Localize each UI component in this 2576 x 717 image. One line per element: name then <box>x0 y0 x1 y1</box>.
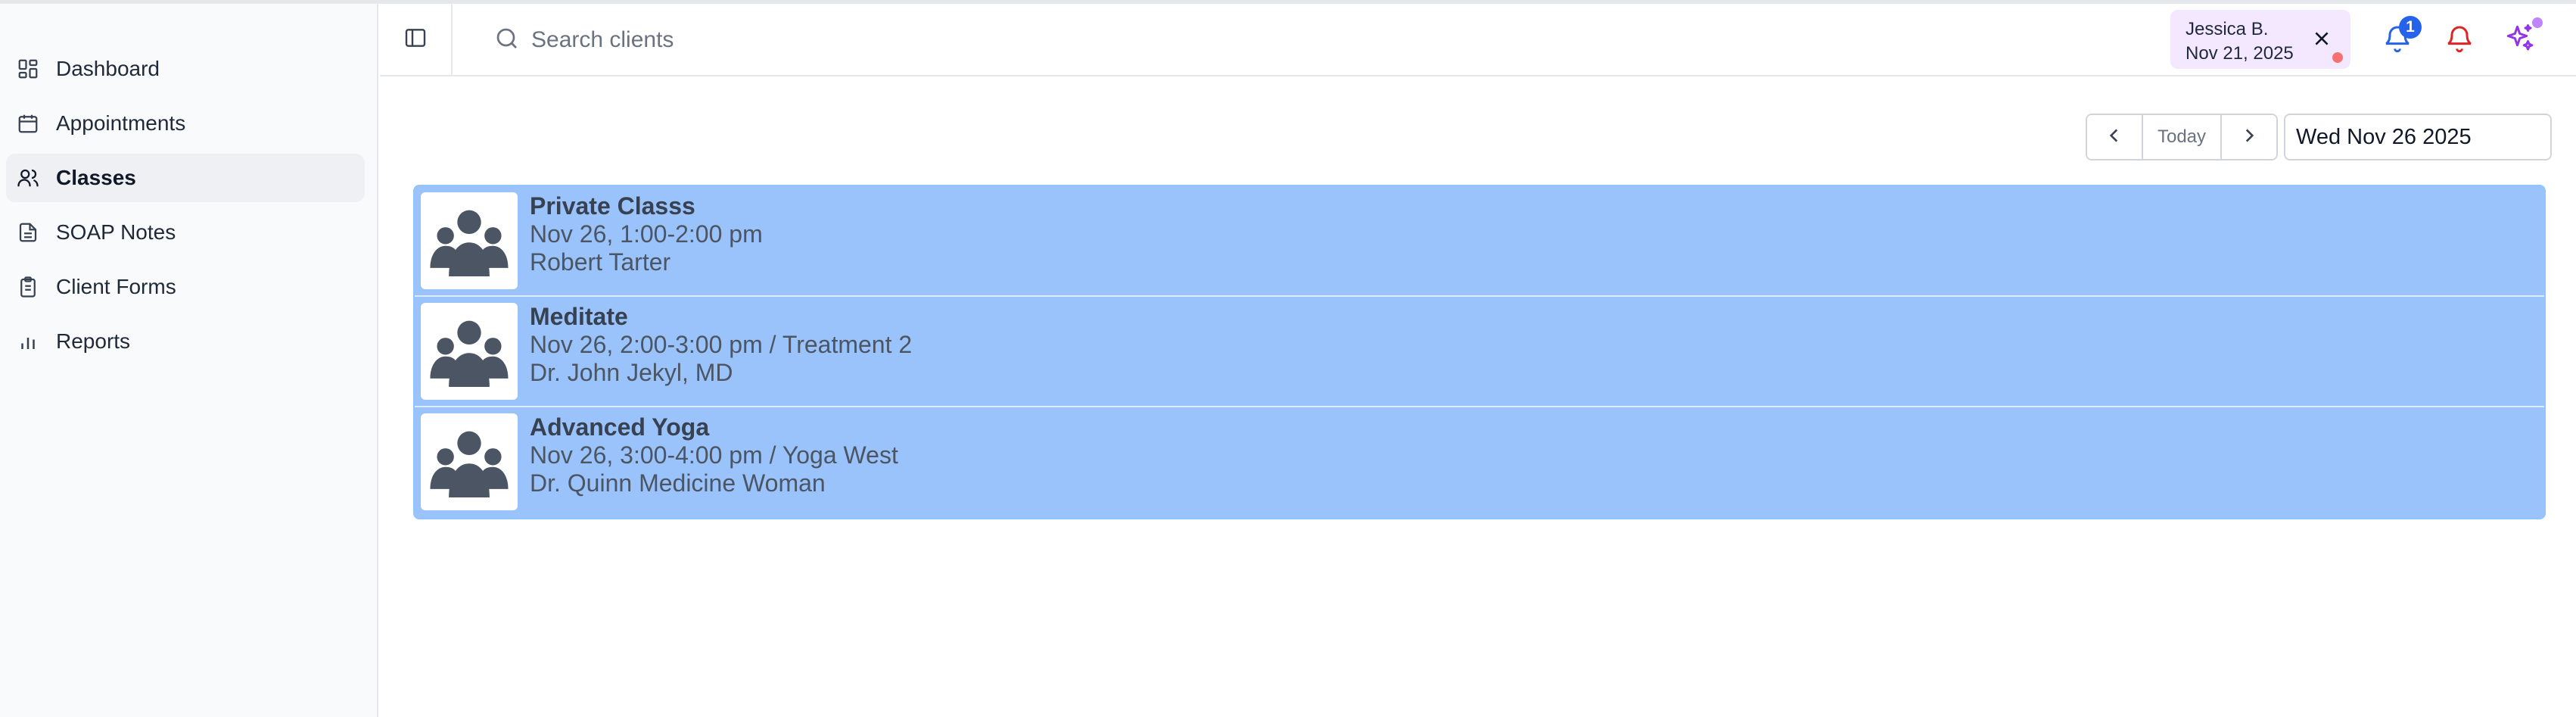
selected-client-chip[interactable]: Jessica B. Nov 21, 2025 <box>2170 10 2350 69</box>
sidebar-item-soap-notes[interactable]: SOAP Notes <box>6 208 365 257</box>
close-icon[interactable] <box>2310 26 2334 51</box>
alerts-button[interactable] <box>2440 20 2479 60</box>
class-time: Nov 26, 3:00-4:00 pm / Yoga West <box>530 441 898 469</box>
bell-alert-icon <box>2444 23 2475 58</box>
users-icon <box>17 167 39 189</box>
search-icon <box>493 25 521 56</box>
class-row[interactable]: Advanced Yoga Nov 26, 3:00-4:00 pm / Yog… <box>415 407 2544 518</box>
chevron-left-icon <box>2105 126 2124 149</box>
sidebar-item-label: Classes <box>56 166 136 189</box>
class-details: Private Classs Nov 26, 1:00-2:00 pm Robe… <box>530 192 763 276</box>
sidebar: Dashboard Appointments Classes SOAP Note… <box>0 4 378 717</box>
dashboard-icon <box>17 58 39 80</box>
class-title: Advanced Yoga <box>530 413 710 441</box>
class-details: Meditate Nov 26, 2:00-3:00 pm / Treatmen… <box>530 303 912 387</box>
class-list: Private Classs Nov 26, 1:00-2:00 pm Robe… <box>413 185 2546 519</box>
sidebar-item-label: Reports <box>56 329 131 353</box>
ai-assistant-button[interactable] <box>2500 17 2543 60</box>
group-icon <box>421 192 518 289</box>
calendar-icon <box>17 112 39 135</box>
sidebar-item-client-forms[interactable]: Client Forms <box>6 263 365 311</box>
status-dot <box>2332 52 2343 63</box>
class-instructor: Robert Tarter <box>530 248 671 276</box>
sparkle-indicator-dot <box>2532 17 2543 28</box>
sidebar-toggle-button[interactable] <box>380 4 453 75</box>
next-day-button[interactable] <box>2222 115 2276 159</box>
class-details: Advanced Yoga Nov 26, 3:00-4:00 pm / Yog… <box>530 413 898 497</box>
sidebar-item-label: SOAP Notes <box>56 220 176 244</box>
group-icon <box>421 303 518 400</box>
top-header: Jessica B. Nov 21, 2025 1 <box>380 4 2576 76</box>
notifications-button[interactable]: 1 <box>2378 16 2422 60</box>
today-button[interactable]: Today <box>2142 115 2222 159</box>
sidebar-item-label: Client Forms <box>56 275 176 298</box>
class-row[interactable]: Meditate Nov 26, 2:00-3:00 pm / Treatmen… <box>415 297 2544 407</box>
class-instructor: Dr. John Jekyl, MD <box>530 359 733 386</box>
search-input[interactable] <box>531 27 1137 53</box>
class-instructor: Dr. Quinn Medicine Woman <box>530 469 826 497</box>
previous-day-button[interactable] <box>2087 115 2142 159</box>
class-time: Nov 26, 2:00-3:00 pm / Treatment 2 <box>530 331 913 358</box>
document-icon <box>17 221 39 244</box>
sidebar-panel-icon <box>403 26 428 54</box>
date-picker-input[interactable]: Wed Nov 26 2025 <box>2284 114 2552 161</box>
group-icon <box>421 413 518 510</box>
bar-chart-icon <box>17 330 39 353</box>
date-nav-group: Today <box>2086 114 2278 161</box>
sidebar-item-label: Dashboard <box>56 57 160 80</box>
class-title: Private Classs <box>530 192 695 220</box>
notification-count-badge: 1 <box>2399 16 2422 39</box>
class-title: Meditate <box>530 303 628 330</box>
sidebar-item-dashboard[interactable]: Dashboard <box>6 45 365 93</box>
class-row[interactable]: Private Classs Nov 26, 1:00-2:00 pm Robe… <box>415 186 2544 297</box>
search-bar <box>493 22 1174 58</box>
date-navigation: Today Wed Nov 26 2025 <box>2086 114 2552 161</box>
chevron-right-icon <box>2239 126 2259 149</box>
class-time: Nov 26, 1:00-2:00 pm <box>530 220 763 248</box>
sidebar-item-reports[interactable]: Reports <box>6 317 365 366</box>
app-root: Dashboard Appointments Classes SOAP Note… <box>0 0 2576 717</box>
sidebar-item-classes[interactable]: Classes <box>6 154 365 202</box>
clipboard-icon <box>17 276 39 298</box>
sparkles-icon <box>2504 23 2536 58</box>
sidebar-item-label: Appointments <box>56 111 186 135</box>
sidebar-item-appointments[interactable]: Appointments <box>6 99 365 148</box>
